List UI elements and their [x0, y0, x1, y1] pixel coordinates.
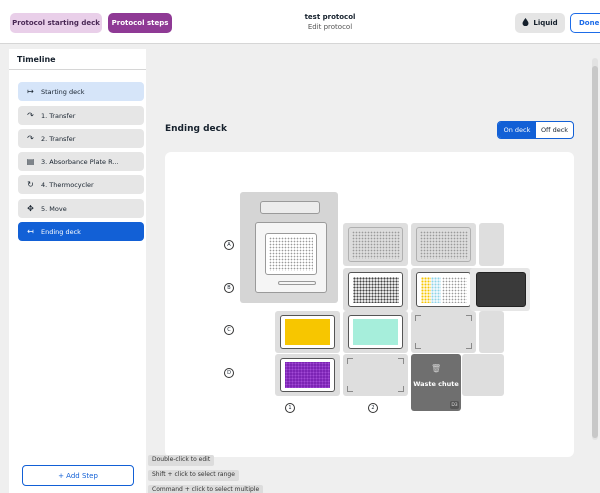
labware-plate[interactable] [416, 227, 471, 262]
tip-column-yellow [421, 277, 431, 303]
row-label-A: A [224, 240, 234, 250]
slot-corner [415, 343, 421, 349]
tab-protocol-steps[interactable]: Protocol steps [108, 13, 172, 33]
deck-slot-D2[interactable] [343, 354, 408, 396]
deck-slot-C3[interactable] [411, 311, 476, 353]
protocol-title-block: test protocol Edit protocol [280, 13, 380, 31]
slot-corner [398, 358, 404, 364]
deck-slot-C1[interactable] [275, 311, 340, 353]
arrow-left-bar-icon: ↤ [27, 227, 34, 236]
timeline-item-label: Starting deck [41, 87, 85, 96]
slot-corner [415, 315, 421, 321]
top-bar: Protocol starting deck Protocol steps te… [0, 0, 600, 44]
thermocycler-lid [260, 201, 320, 214]
thermocycler-slot-bar [278, 281, 316, 285]
tab-protocol-starting-deck[interactable]: Protocol starting deck [10, 13, 102, 33]
well-grid [353, 277, 399, 303]
protocol-title: test protocol [304, 13, 356, 21]
deck-map-panel: 🗑 Waste chute D3 A B C D 1 2 [165, 152, 574, 457]
transfer-icon: ↷ [27, 134, 34, 143]
deck-slot-A3[interactable] [411, 223, 476, 266]
thermocycler-icon: ↻ [27, 180, 34, 189]
scrollbar-thumb[interactable] [592, 66, 598, 438]
plate-reader-icon: ▤ [26, 157, 35, 166]
slot-corner [466, 343, 472, 349]
tip-column-blue [431, 277, 441, 303]
labware-plate[interactable] [348, 272, 403, 307]
labware-plate[interactable] [348, 227, 403, 262]
reservoir-liquid-yellow [285, 319, 330, 345]
timeline-item-ending-deck[interactable]: ↤ Ending deck [18, 222, 144, 241]
waste-chute-label: Waste chute [413, 380, 459, 388]
waste-chute[interactable]: 🗑 Waste chute D3 [411, 354, 461, 411]
transfer-icon: ↷ [27, 111, 34, 120]
arrow-right-bar-icon: ↦ [27, 87, 34, 96]
liquid-label: Liquid [533, 19, 558, 27]
move-icon: ✥ [27, 204, 34, 213]
timeline-title: Timeline [9, 49, 146, 70]
col-label-2: 2 [368, 403, 378, 413]
deck-slot-A2[interactable] [343, 223, 408, 266]
col-label-1: 1 [285, 403, 295, 413]
timeline-item-label: 5. Move [41, 204, 67, 213]
liquid-button[interactable]: Liquid [515, 13, 565, 33]
timeline-item-move[interactable]: ✥ 5. Move [18, 199, 144, 218]
well-grid [442, 277, 467, 303]
row-label-D: D [224, 368, 234, 378]
row-label-B: B [224, 283, 234, 293]
reservoir-liquid-mint [353, 319, 398, 345]
reservoir[interactable] [348, 315, 403, 349]
thermocycler-body [255, 222, 327, 293]
timeline-item-absorbance-plate-reader[interactable]: ▤ 3. Absorbance Plate R... [18, 152, 144, 171]
thermocycler-plate [265, 233, 317, 275]
well-grid [352, 231, 400, 259]
main-scrollbar[interactable] [592, 58, 598, 440]
deck-view-toggle: On deck Off deck [497, 121, 574, 139]
timeline-sidebar: Timeline ↦ Starting deck ↷ 1. Transfer ↷… [9, 49, 146, 493]
off-deck-toggle[interactable]: Off deck [536, 122, 573, 138]
waste-slot-label: D3 [450, 401, 459, 409]
timeline-item-starting-deck[interactable]: ↦ Starting deck [18, 82, 144, 101]
tip-rack[interactable] [416, 272, 471, 307]
deck-slot-B3[interactable] [411, 268, 476, 311]
droplet-icon [522, 18, 529, 28]
trash-icon: 🗑 [431, 364, 442, 373]
timeline-item-transfer-2[interactable]: ↷ 2. Transfer [18, 129, 144, 148]
labware-plate[interactable] [280, 358, 335, 392]
deck-slot-A4[interactable] [479, 223, 504, 266]
deck-slot-B4[interactable] [470, 268, 530, 311]
thermocycler-module[interactable] [240, 192, 338, 303]
deck-slot-D4[interactable] [462, 354, 504, 396]
deck-slot-B2[interactable] [343, 268, 408, 311]
timeline-item-label: 3. Absorbance Plate R... [41, 157, 119, 166]
timeline-item-transfer-1[interactable]: ↷ 1. Transfer [18, 106, 144, 125]
slot-corner [347, 386, 353, 392]
timeline-item-label: 1. Transfer [41, 111, 76, 120]
hint-double-click: Double-click to edit [148, 455, 215, 466]
timeline-item-thermocycler[interactable]: ↻ 4. Thermocycler [18, 175, 144, 194]
on-deck-toggle[interactable]: On deck [498, 122, 536, 138]
slot-corner [398, 386, 404, 392]
timeline-item-label: 4. Thermocycler [41, 180, 94, 189]
hint-shift-click: Shift + click to select range [148, 470, 239, 481]
protocol-subtitle: Edit protocol [307, 23, 353, 31]
timeline-item-label: Ending deck [41, 227, 81, 236]
deck-slot-D1[interactable] [275, 354, 340, 396]
deck-slot-C2[interactable] [343, 311, 408, 353]
well-grid-purple [285, 362, 330, 388]
slot-corner [347, 358, 353, 364]
timeline-item-label: 2. Transfer [41, 134, 76, 143]
deck-slot-C4[interactable] [479, 311, 504, 353]
page-title: Ending deck [165, 124, 227, 134]
well-grid [269, 237, 313, 271]
well-grid [420, 231, 468, 259]
add-step-button[interactable]: + Add Step [22, 465, 134, 486]
slot-corner [466, 315, 472, 321]
hint-command-click: Command + click to select multiple [148, 485, 264, 493]
row-label-C: C [224, 325, 234, 335]
reservoir[interactable] [280, 315, 335, 349]
absorbance-plate-reader[interactable] [476, 272, 526, 307]
done-button[interactable]: Done [570, 13, 600, 33]
